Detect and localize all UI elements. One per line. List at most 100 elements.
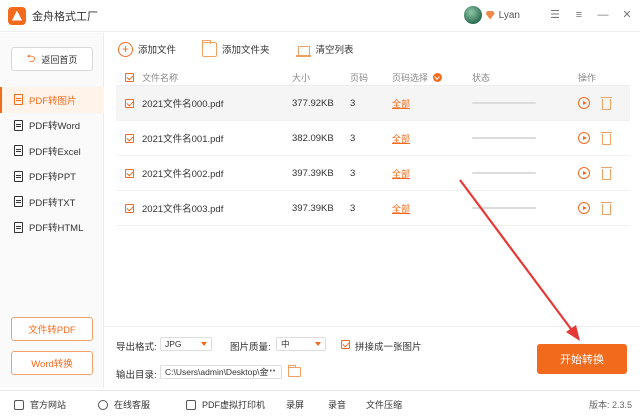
sidebar-item-label: PDF转HTML (29, 223, 84, 235)
vip-icon (485, 10, 495, 20)
footer-website-label: 官方网站 (30, 400, 67, 410)
row-checkbox[interactable] (124, 168, 134, 178)
play-icon[interactable] (578, 97, 590, 109)
document-icon (14, 145, 23, 157)
chevron-down-icon[interactable] (433, 73, 443, 82)
image-quality-value: 中 (281, 339, 290, 349)
sidebar-item-label: PDF转PPT (29, 172, 76, 184)
app-title: 金舟格式工厂 (32, 10, 98, 23)
table-row[interactable]: 2021文件名003.pdf 397.39KB 3 全部 (116, 191, 630, 226)
avatar[interactable] (463, 6, 482, 24)
play-icon[interactable] (578, 202, 590, 214)
browse-more-button[interactable]: ••• (266, 368, 276, 375)
sidebar-item-pdf-to-word[interactable]: PDF转Word (0, 113, 104, 139)
chevron-down-icon (315, 342, 321, 346)
headset-icon (98, 399, 108, 410)
merge-checkbox[interactable] (341, 340, 350, 349)
footer-compress-label: 文件压缩 (366, 400, 403, 410)
file-name: 2021文件名001.pdf (142, 134, 224, 145)
sidebar-item-label: PDF转图片 (29, 95, 77, 107)
back-home-button[interactable]: ⮌ 返回首页 (11, 47, 93, 71)
output-dir-label: 输出目录: (116, 370, 157, 381)
trash-icon[interactable] (601, 166, 612, 180)
add-file-button[interactable]: 添加文件 (118, 41, 176, 57)
footer-service-label: 在线客服 (114, 400, 151, 410)
table-row[interactable]: 2021文件名001.pdf 382.09KB 3 全部 (116, 121, 630, 156)
sidebar-item-pdf-to-image[interactable]: PDF转图片 (0, 87, 104, 113)
table-row[interactable]: 2021文件名002.pdf 397.39KB 3 全部 (116, 156, 630, 191)
clear-list-label: 清空列表 (315, 45, 354, 56)
file-size: 397.39KB (292, 202, 334, 214)
sidebar-item-pdf-to-html[interactable]: PDF转HTML (0, 215, 104, 241)
chevron-down-icon (201, 342, 207, 346)
sidebar-item-pdf-to-txt[interactable]: PDF转TXT (0, 189, 104, 215)
header-pages: 页码 (350, 73, 369, 83)
row-checkbox[interactable] (124, 133, 134, 143)
sidebar-item-label: PDF转Excel (29, 146, 81, 158)
trash-icon[interactable] (601, 96, 612, 110)
document-icon (14, 119, 23, 131)
select-all-checkbox[interactable] (124, 73, 134, 82)
footer-screen-link[interactable]: 录屏 (286, 398, 304, 411)
trash-icon[interactable] (601, 201, 612, 215)
footer-printer-link[interactable]: PDF虚拟打印机 (186, 398, 265, 411)
header-name: 文件名称 (142, 73, 179, 83)
username[interactable]: Lyan (499, 10, 520, 21)
header-page-select[interactable]: 页码选择 (392, 71, 472, 84)
document-icon (14, 196, 23, 208)
footer-compress-link[interactable]: 文件压缩 (366, 398, 402, 411)
header-status: 状态 (472, 73, 491, 83)
play-icon[interactable] (578, 167, 590, 179)
row-checkbox[interactable] (124, 203, 134, 213)
close-icon[interactable]: ✕ (620, 8, 634, 22)
document-icon (14, 221, 23, 233)
table-row[interactable]: 2021文件名000.pdf 377.92KB 3 全部 (116, 86, 630, 121)
footer-audio-link[interactable]: 录音 (328, 398, 346, 411)
header-page-select-label: 页码选择 (392, 73, 429, 83)
file-pages: 3 (350, 97, 356, 109)
image-quality-select[interactable]: 中 (276, 337, 326, 351)
file-size: 382.09KB (292, 132, 334, 144)
progress-bar (472, 102, 536, 104)
clear-list-button[interactable]: 清空列表 (295, 42, 354, 57)
export-format-value: JPG (165, 339, 182, 349)
file-table: 文件名称 大小 页码 页码选择 状态 操作 2021文件名000.pdf 377… (116, 70, 630, 226)
sidebar-item-pdf-to-ppt[interactable]: PDF转PPT (0, 164, 104, 190)
file-name: 2021文件名002.pdf (142, 169, 224, 180)
header-ops: 操作 (578, 73, 597, 83)
footer-service-link[interactable]: 在线客服 (98, 398, 150, 411)
file-to-pdf-button[interactable]: 文件转PDF (11, 317, 93, 341)
user-area[interactable]: Lyan (463, 6, 520, 24)
export-format-select[interactable]: JPG (160, 337, 212, 351)
footer-website-link[interactable]: 官方网站 (14, 398, 66, 411)
page-select-link[interactable]: 全部 (392, 167, 410, 180)
sidebar-nav: PDF转图片 PDF转Word PDF转Excel PDF转PPT PDF转TX… (0, 87, 104, 240)
output-path-input[interactable]: C:\Users\admin\Desktop\金 (160, 365, 282, 379)
start-convert-button[interactable]: 开始转换 (537, 344, 627, 374)
footer-printer-label: PDF虚拟打印机 (202, 400, 266, 410)
back-home-label: 返回首页 (41, 54, 78, 65)
sidebar-item-pdf-to-excel[interactable]: PDF转Excel (0, 138, 104, 164)
broom-icon (295, 42, 311, 57)
word-convert-button[interactable]: Word转换 (11, 351, 93, 375)
minimize-icon[interactable]: — (596, 8, 610, 22)
skin-icon[interactable]: ☰ (548, 8, 562, 22)
version-label: 版本: 2.3.5 (588, 400, 632, 410)
title-bar: 金舟格式工厂 Lyan ☰ ≡ — ✕ (0, 0, 640, 32)
menu-icon[interactable]: ≡ (572, 8, 586, 22)
page-select-link[interactable]: 全部 (392, 132, 410, 145)
page-select-link[interactable]: 全部 (392, 97, 410, 110)
page-select-link[interactable]: 全部 (392, 202, 410, 215)
progress-bar (472, 137, 536, 139)
open-folder-icon[interactable] (288, 365, 301, 377)
add-folder-button[interactable]: 添加文件夹 (202, 39, 270, 57)
row-checkbox[interactable] (124, 98, 134, 108)
trash-icon[interactable] (601, 131, 612, 145)
play-icon[interactable] (578, 132, 590, 144)
footer-screen-label: 录屏 (286, 400, 305, 410)
app-logo-icon (8, 6, 26, 25)
file-size: 397.39KB (292, 167, 334, 179)
export-format-label: 导出格式: (116, 342, 157, 353)
sidebar-item-label: PDF转Word (29, 121, 81, 133)
file-size: 377.92KB (292, 97, 334, 109)
